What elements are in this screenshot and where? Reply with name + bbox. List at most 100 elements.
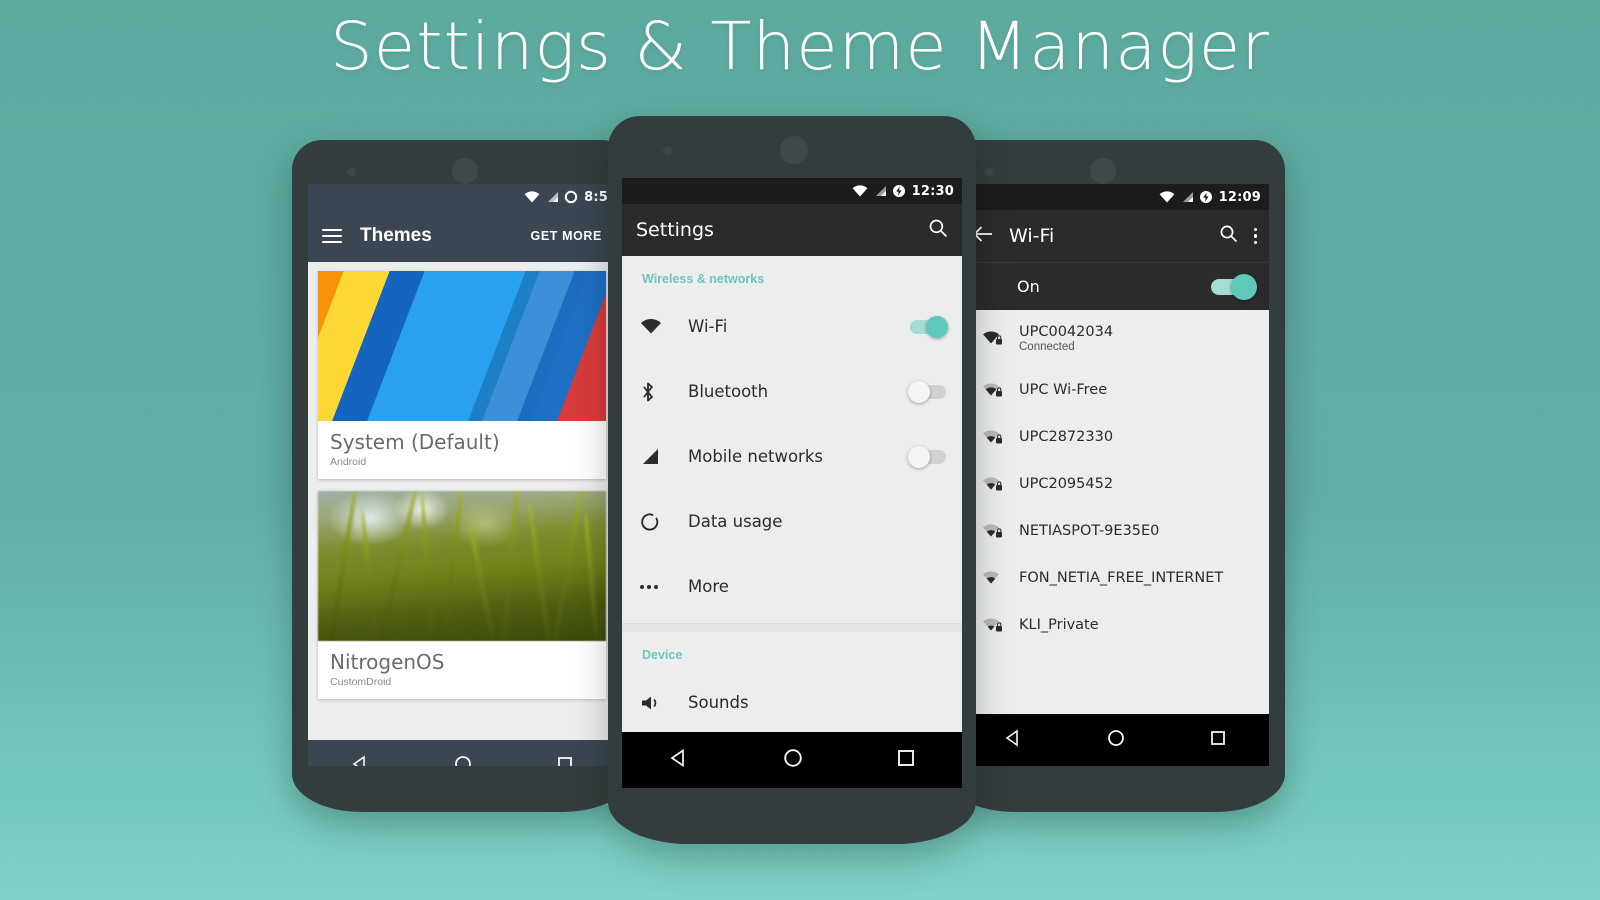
back-arrow-icon[interactable] — [973, 225, 993, 248]
data-usage-icon — [640, 512, 674, 532]
wifi-signal-2-open-icon — [973, 569, 1013, 587]
back-icon[interactable] — [1003, 728, 1023, 753]
settings-row-mobile-networks[interactable]: Mobile networks — [622, 424, 962, 489]
settings-row-data-usage[interactable]: Data usage — [622, 489, 962, 554]
signal-icon — [873, 185, 887, 197]
bluetooth-icon — [640, 381, 674, 403]
mobile-networks-toggle[interactable] — [908, 445, 946, 468]
wifi-ssid: NETIASPOT-9E35E0 — [1019, 522, 1160, 539]
toolbar-title: Wi-Fi — [1009, 225, 1055, 247]
theme-card[interactable]: System (Default) Android — [318, 271, 606, 479]
wifi-network-item[interactable]: UPC2095452 — [961, 460, 1269, 507]
signal-icon — [640, 447, 674, 467]
toolbar-settings: Settings — [622, 204, 962, 256]
wifi-ssid: KLI_Private — [1019, 616, 1099, 633]
settings-row-sounds[interactable]: Sounds — [622, 670, 962, 735]
wifi-icon — [1159, 191, 1175, 203]
themes-list: System (Default) Android NitrogenOS Cust… — [308, 262, 616, 740]
navigation-bar-right — [961, 714, 1269, 766]
volume-icon — [640, 694, 674, 712]
recents-icon[interactable] — [896, 748, 916, 773]
wifi-master-toggle[interactable] — [1211, 273, 1257, 300]
settings-row-more[interactable]: More — [622, 554, 962, 619]
status-bar-right: 12:09 — [961, 184, 1269, 210]
status-clock: 12:09 — [1218, 189, 1261, 205]
wifi-icon — [640, 318, 674, 335]
theme-thumbnail-grass — [318, 491, 606, 641]
wifi-signal-2-secured-icon — [973, 522, 1013, 540]
status-clock: 12:30 — [911, 183, 954, 199]
wifi-network-item[interactable]: UPC Wi-Free — [961, 366, 1269, 413]
settings-row-wifi[interactable]: Wi-Fi — [622, 294, 962, 359]
wifi-signal-1-secured-icon — [973, 616, 1013, 634]
screen-themes: 8:5 Themes GET MORE System (Default) And… — [308, 184, 616, 766]
wifi-icon — [852, 185, 868, 197]
theme-name: System (Default) — [330, 430, 500, 454]
wifi-ssid: FON_NETIA_FREE_INTERNET — [1019, 569, 1224, 586]
home-icon[interactable] — [453, 754, 473, 766]
screen-wifi: 12:09 Wi-Fi On UPC0042034 Connected UPC … — [961, 184, 1269, 766]
wifi-network-item[interactable]: KLI_Private — [961, 601, 1269, 648]
search-icon[interactable] — [1219, 224, 1238, 248]
wifi-network-text: KLI_Private — [1013, 616, 1099, 634]
section-header-device: Device — [642, 648, 683, 662]
wifi-toggle[interactable] — [910, 315, 948, 338]
bluetooth-toggle[interactable] — [908, 380, 946, 403]
wifi-network-item[interactable]: NETIASPOT-9E35E0 — [961, 507, 1269, 554]
wifi-network-item[interactable]: FON_NETIA_FREE_INTERNET — [961, 554, 1269, 601]
home-icon[interactable] — [1106, 728, 1126, 753]
speaker-dot — [985, 168, 994, 177]
back-icon[interactable] — [350, 754, 370, 766]
wifi-signal-2-secured-icon — [973, 428, 1013, 446]
recents-icon[interactable] — [556, 755, 574, 766]
settings-label: Sounds — [688, 693, 749, 712]
navigation-bar-center — [622, 732, 962, 788]
settings-label: Wi-Fi — [688, 317, 728, 336]
get-more-button[interactable]: GET MORE — [531, 229, 602, 243]
screen-settings: 12:30 Settings Wireless & networks Wi-Fi… — [622, 178, 962, 788]
battery-charging-icon — [1199, 190, 1213, 204]
wifi-network-item[interactable]: UPC0042034 Connected — [961, 310, 1269, 366]
section-header-wireless: Wireless & networks — [642, 272, 765, 286]
status-bar-left: 8:5 — [308, 184, 616, 210]
wifi-icon — [524, 191, 540, 203]
theme-card[interactable]: NitrogenOS CustomDroid — [318, 491, 606, 699]
front-camera — [452, 158, 478, 184]
wifi-network-text: UPC2872330 — [1013, 428, 1113, 446]
settings-row-bluetooth[interactable]: Bluetooth — [622, 359, 962, 424]
overflow-menu-icon[interactable] — [1253, 227, 1257, 245]
settings-label: Data usage — [688, 512, 783, 531]
section-gap — [622, 624, 962, 632]
wifi-ssid: UPC2872330 — [1019, 428, 1114, 445]
theme-thumbnail-material — [318, 271, 606, 421]
signal-icon — [545, 191, 559, 203]
front-camera — [780, 136, 808, 164]
speaker-dot — [347, 168, 356, 177]
recents-icon[interactable] — [1209, 729, 1227, 752]
wifi-network-item[interactable]: UPC2872330 — [961, 413, 1269, 460]
search-icon[interactable] — [928, 218, 948, 243]
battery-icon — [564, 190, 578, 204]
theme-meta: System (Default) Android — [318, 421, 606, 479]
more-icon — [640, 584, 674, 589]
theme-meta: NitrogenOS CustomDroid — [318, 641, 606, 699]
phone-device-right: 12:09 Wi-Fi On UPC0042034 Connected UPC … — [945, 140, 1285, 812]
toolbar-wifi: Wi-Fi — [961, 210, 1269, 262]
phone-device-left: 8:5 Themes GET MORE System (Default) And… — [292, 140, 632, 812]
signal-icon — [1180, 191, 1194, 203]
wifi-signal-3-secured-icon — [973, 381, 1013, 399]
wifi-master-switch-row[interactable]: On — [961, 262, 1269, 310]
home-icon[interactable] — [782, 747, 804, 774]
toolbar-title: Themes — [360, 225, 432, 246]
back-icon[interactable] — [668, 747, 690, 774]
theme-name: NitrogenOS — [330, 650, 445, 674]
hamburger-icon[interactable] — [322, 229, 342, 243]
battery-charging-icon — [892, 184, 906, 198]
theme-author: CustomDroid — [330, 676, 392, 688]
status-clock: 8:5 — [584, 189, 608, 205]
speaker-dot — [663, 146, 672, 155]
settings-label: More — [688, 577, 729, 596]
front-camera — [1090, 158, 1116, 184]
settings-label: Mobile networks — [688, 447, 823, 466]
page-title: Settings & Theme Manager — [330, 8, 1270, 85]
